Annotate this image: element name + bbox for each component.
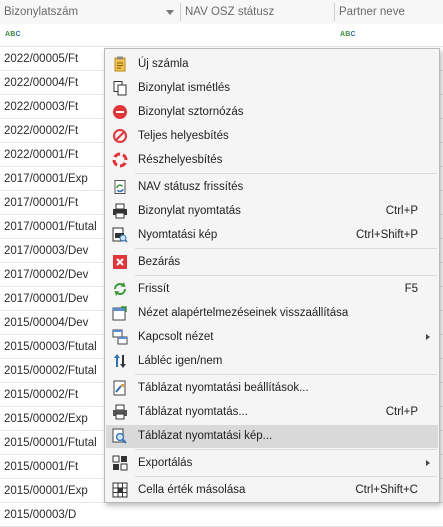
text-filter-icon[interactable]: ABC xyxy=(340,31,356,39)
menu-item-label: NAV státusz frissítés xyxy=(138,181,244,193)
cell-bizonylatszam[interactable]: 2017/00001/Ft xyxy=(4,191,78,215)
cell-bizonylatszam[interactable]: 2015/00002/Ftutal xyxy=(4,359,97,383)
menu-item-shortcut: F5 xyxy=(404,283,418,295)
menu-item-copy-cell[interactable]: Cella érték másolása Ctrl+Shift+C xyxy=(106,479,438,502)
menu-item-shortcut: Ctrl+P xyxy=(385,205,418,217)
menu-separator xyxy=(135,173,437,174)
menu-item-lifebuoy[interactable]: Részhelyesbítés xyxy=(106,149,438,172)
menu-item-sort-arrows[interactable]: Lábléc igen/nem xyxy=(106,350,438,373)
close-red-icon xyxy=(112,254,128,270)
filter-row[interactable]: ABC ABC xyxy=(0,24,443,47)
menu-item-label: Bizonylat sztornózás xyxy=(138,106,244,118)
menu-item-label: Táblázat nyomtatás... xyxy=(138,406,248,418)
menu-item-label: Cella érték másolása xyxy=(138,484,246,496)
cell-bizonylatszam[interactable]: 2017/00001/Dev xyxy=(4,287,88,311)
grid-header: Bizonylatszám NAV OSZ státusz Partner ne… xyxy=(0,0,443,25)
linked-view-icon xyxy=(112,329,128,345)
cell-bizonylatszam[interactable]: 2022/00002/Ft xyxy=(4,119,78,143)
cell-bizonylatszam[interactable]: 2015/00001/Ftutal xyxy=(4,431,97,455)
export-icon xyxy=(112,455,128,471)
menu-item-close-red[interactable]: Bezárás xyxy=(106,251,438,274)
menu-item-shortcut: Ctrl+Shift+P xyxy=(356,229,418,241)
cell-bizonylatszam[interactable]: 2017/00001/Ftutal xyxy=(4,215,97,239)
menu-item-print-settings[interactable]: Táblázat nyomtatási beállítások... xyxy=(106,377,438,400)
menu-separator xyxy=(135,476,437,477)
menu-separator xyxy=(135,374,437,375)
printer-icon xyxy=(112,203,128,219)
menu-item-label: Exportálás xyxy=(138,457,193,469)
menu-separator xyxy=(135,449,437,450)
text-filter-icon[interactable]: ABC xyxy=(5,31,21,39)
menu-item-export[interactable]: Exportálás xyxy=(106,452,438,475)
copy-cell-icon xyxy=(112,482,128,498)
menu-item-label: Bizonylat ismétlés xyxy=(138,82,231,94)
cell-bizonylatszam[interactable]: 2022/00005/Ft xyxy=(4,47,78,71)
cell-bizonylatszam[interactable]: 2022/00004/Ft xyxy=(4,71,78,95)
minus-circle-icon xyxy=(112,104,128,120)
column-header-bizonylatszam[interactable]: Bizonylatszám xyxy=(0,0,180,24)
menu-item-new-invoice[interactable]: Új számla xyxy=(106,53,438,76)
submenu-arrow-icon xyxy=(426,334,430,340)
menu-item-linked-view[interactable]: Kapcsolt nézet xyxy=(106,326,438,349)
print-settings-icon xyxy=(112,380,128,396)
menu-item-reset-view[interactable]: Nézet alapértelmezéseinek visszaállítása xyxy=(106,302,438,325)
sort-dropdown-icon[interactable] xyxy=(166,10,174,15)
reset-view-icon xyxy=(112,305,128,321)
menu-item-label: Frissít xyxy=(138,283,170,295)
menu-item-table-preview[interactable]: Táblázat nyomtatási kép... xyxy=(106,425,438,448)
menu-item-label: Bezárás xyxy=(138,256,181,268)
cell-bizonylatszam[interactable]: 2015/00002/Ft xyxy=(4,383,78,407)
table-preview-icon xyxy=(112,428,128,444)
column-header-partner[interactable]: Partner neve xyxy=(335,0,443,24)
print-preview-icon xyxy=(112,227,128,243)
cell-bizonylatszam[interactable]: 2022/00003/Ft xyxy=(4,95,78,119)
menu-item-label: Részhelyesbítés xyxy=(138,154,223,166)
menu-separator xyxy=(135,275,437,276)
cell-bizonylatszam[interactable]: 2015/00002/Exp xyxy=(4,407,88,431)
menu-item-label: Nyomtatási kép xyxy=(138,229,218,241)
menu-item-label: Táblázat nyomtatási beállítások... xyxy=(138,382,309,394)
menu-item-label: Lábléc igen/nem xyxy=(138,355,223,367)
menu-item-label: Nézet alapértelmezéseinek visszaállítása xyxy=(138,307,349,319)
column-header-nav-status[interactable]: NAV OSZ státusz xyxy=(181,0,334,24)
menu-item-label: Bizonylat nyomtatás xyxy=(138,205,241,217)
menu-item-refresh[interactable]: Frissít F5 xyxy=(106,278,438,301)
cell-bizonylatszam[interactable]: 2017/00001/Exp xyxy=(4,167,88,191)
cell-bizonylatszam[interactable]: 2015/00004/Dev xyxy=(4,311,88,335)
menu-item-shortcut: Ctrl+Shift+C xyxy=(355,484,418,496)
menu-item-copy-document[interactable]: Bizonylat ismétlés xyxy=(106,77,438,100)
new-invoice-icon xyxy=(112,56,128,72)
lifebuoy-icon xyxy=(112,152,128,168)
submenu-arrow-icon xyxy=(426,460,430,466)
refresh-document-icon xyxy=(112,179,128,195)
cell-bizonylatszam[interactable]: 2017/00003/Dev xyxy=(4,239,88,263)
menu-separator xyxy=(135,248,437,249)
refresh-icon xyxy=(112,281,128,297)
cell-bizonylatszam[interactable]: 2015/00001/Exp xyxy=(4,479,88,503)
menu-item-table-printer[interactable]: Táblázat nyomtatás... Ctrl+P xyxy=(106,401,438,424)
copy-document-icon xyxy=(112,80,128,96)
menu-item-prohibited[interactable]: Teljes helyesbítés xyxy=(106,125,438,148)
menu-item-minus-circle[interactable]: Bizonylat sztornózás xyxy=(106,101,438,124)
prohibited-icon xyxy=(112,128,128,144)
menu-item-printer[interactable]: Bizonylat nyomtatás Ctrl+P xyxy=(106,200,438,223)
menu-item-label: Új számla xyxy=(138,58,189,70)
cell-bizonylatszam[interactable]: 2015/00003/Ftutal xyxy=(4,335,97,359)
menu-item-label: Táblázat nyomtatási kép... xyxy=(138,430,273,442)
menu-item-label: Teljes helyesbítés xyxy=(138,130,229,142)
context-menu: Új számla Bizonylat ismétlés Bizonylat szt… xyxy=(104,48,440,503)
menu-item-label: Kapcsolt nézet xyxy=(138,331,214,343)
cell-bizonylatszam[interactable]: 2015/00001/Ft xyxy=(4,455,78,479)
cell-bizonylatszam[interactable]: 2017/00002/Dev xyxy=(4,263,88,287)
menu-item-print-preview[interactable]: Nyomtatási kép Ctrl+Shift+P xyxy=(106,224,438,247)
menu-item-shortcut: Ctrl+P xyxy=(385,406,418,418)
menu-item-refresh-document[interactable]: NAV státusz frissítés xyxy=(106,176,438,199)
sort-arrows-icon xyxy=(112,353,128,369)
cell-bizonylatszam[interactable]: 2022/00001/Ft xyxy=(4,143,78,167)
table-printer-icon xyxy=(112,404,128,420)
